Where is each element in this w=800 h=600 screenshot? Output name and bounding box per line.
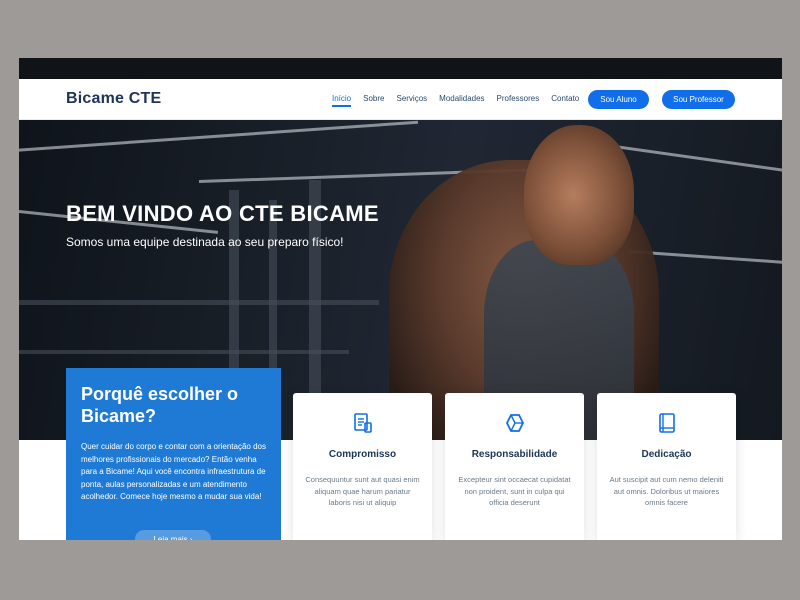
book-icon [597, 413, 736, 433]
student-login-button[interactable]: Sou Aluno [588, 90, 649, 109]
teacher-login-button[interactable]: Sou Professor [662, 90, 735, 109]
nav-item-inicio[interactable]: Início [332, 94, 352, 107]
why-text: Quer cuidar do corpo e contar com a orie… [81, 442, 266, 501]
card-title: Dedicação [641, 449, 692, 460]
hero-title: BEM VINDO AO CTE BICAME [66, 201, 379, 226]
browser-frame: Bicame CTE Início Sobre Serviços Modalid… [19, 58, 782, 540]
why-choose-box: Porquê escolher o Bicame? Quer cuidar do… [66, 368, 281, 540]
card-title: Responsabilidade [471, 449, 558, 460]
athlete-head [524, 125, 634, 265]
card-title: Compromisso [328, 449, 397, 460]
cube-icon [445, 413, 584, 433]
site-logo[interactable]: Bicame CTE [66, 90, 161, 108]
hero-subtitle: Somos uma equipe destinada ao seu prepar… [66, 235, 344, 249]
card-text: Aut suscipit aut cum nemo deleniti aut o… [609, 475, 724, 507]
nav-item-sobre[interactable]: Sobre [363, 94, 384, 107]
nav-item-professores[interactable]: Professores [497, 94, 540, 107]
why-title: Porquê escolher o Bicame? [81, 384, 239, 426]
feature-card-responsabilidade: Responsabilidade Excepteur sint occaecat… [445, 393, 584, 540]
gym-rack [19, 350, 349, 354]
nav-item-modalidades[interactable]: Modalidades [439, 94, 484, 107]
read-more-button[interactable]: Leia mais › [135, 530, 211, 540]
card-text: Consequuntur sunt aut quasi enim aliquam… [305, 475, 420, 507]
nav-item-servicos[interactable]: Serviços [396, 94, 427, 107]
main-menu: Início Sobre Serviços Modalidades Profes… [332, 94, 591, 107]
ceiling-light [19, 120, 419, 153]
gym-rack [19, 300, 379, 305]
nav-item-contato[interactable]: Contato [551, 94, 579, 107]
navbar: Bicame CTE Início Sobre Serviços Modalid… [19, 79, 782, 120]
card-text: Excepteur sint occaecat cupidatat non pr… [458, 475, 571, 507]
document-icon [293, 413, 432, 433]
feature-card-compromisso: Compromisso Consequuntur sunt aut quasi … [293, 393, 432, 540]
top-strip [19, 58, 782, 79]
feature-card-dedicacao: Dedicação Aut suscipit aut cum nemo dele… [597, 393, 736, 540]
